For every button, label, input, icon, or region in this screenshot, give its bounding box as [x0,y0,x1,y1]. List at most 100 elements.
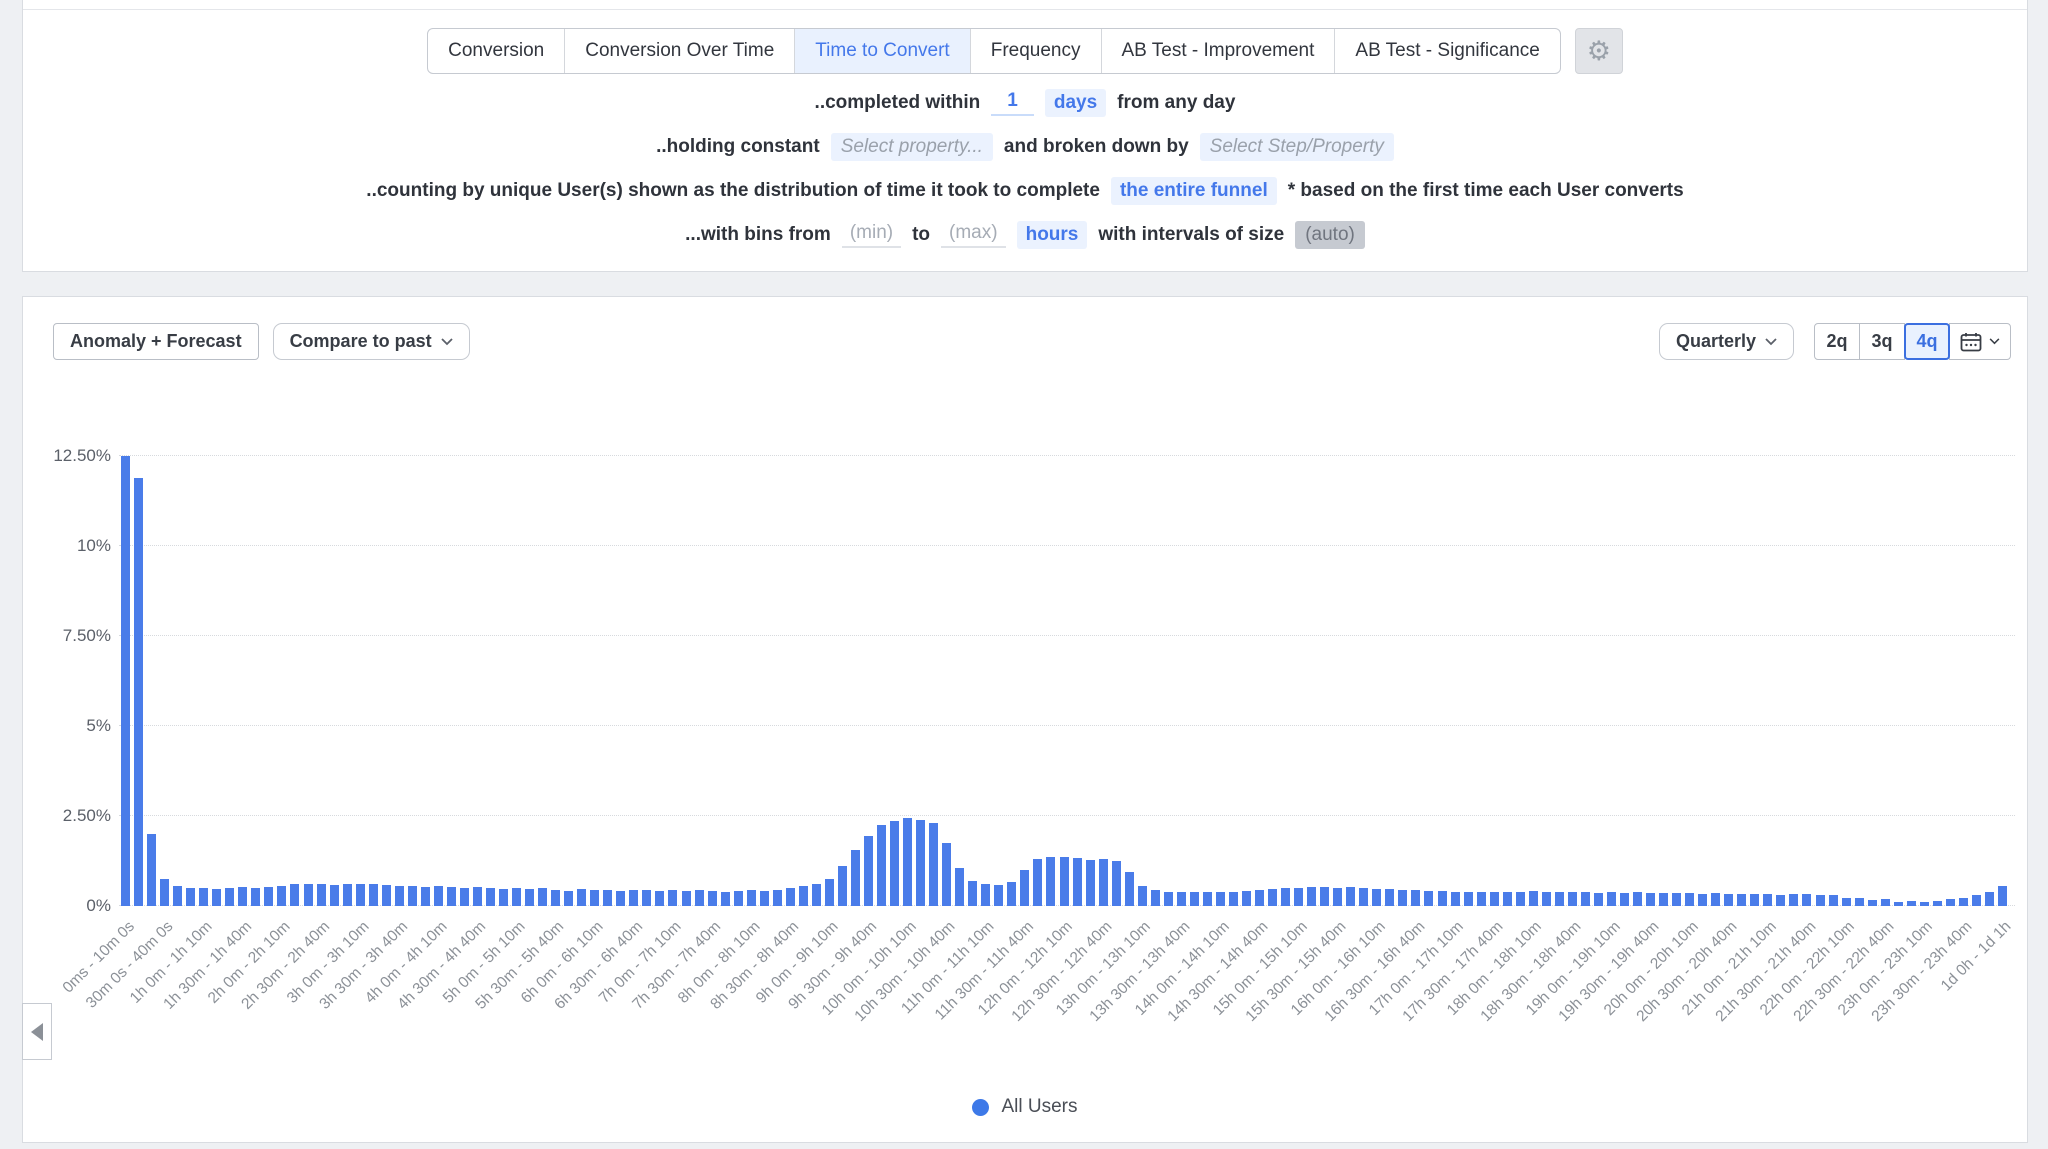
bar-bin-113[interactable] [1594,893,1603,906]
bar-bin-5[interactable] [186,888,195,906]
bar-bin-0[interactable] [121,456,130,906]
bar-bin-92[interactable] [1320,887,1329,906]
bar-bin-46[interactable] [721,892,730,906]
bar-bin-34[interactable] [564,891,573,906]
bar-bin-139[interactable] [1933,901,1942,906]
bar-bin-41[interactable] [655,891,664,906]
bar-bin-115[interactable] [1620,893,1629,906]
bar-bin-40[interactable] [642,890,651,906]
bar-bin-116[interactable] [1633,892,1642,906]
bar-bin-132[interactable] [1842,898,1851,906]
bar-bin-90[interactable] [1294,888,1303,906]
bins-interval-size-select[interactable]: (auto) [1295,221,1365,249]
bar-bin-30[interactable] [512,888,521,906]
range-button-2q[interactable]: 2q [1814,323,1860,360]
bar-bin-99[interactable] [1411,890,1420,906]
bar-bin-31[interactable] [525,889,534,906]
bar-bin-44[interactable] [695,890,704,906]
bar-bin-141[interactable] [1959,898,1968,906]
bar-bin-54[interactable] [825,879,834,906]
bar-bin-131[interactable] [1829,895,1838,906]
bins-unit-select[interactable]: hours [1017,221,1088,249]
bar-bin-108[interactable] [1529,891,1538,906]
bar-bin-135[interactable] [1881,899,1890,906]
bar-bin-105[interactable] [1490,892,1499,906]
bar-bin-57[interactable] [864,836,873,906]
bar-bin-28[interactable] [486,888,495,906]
bar-bin-35[interactable] [577,889,586,906]
bar-bin-72[interactable] [1060,857,1069,906]
bar-bin-48[interactable] [747,890,756,906]
bar-bin-95[interactable] [1359,888,1368,906]
bar-bin-123[interactable] [1724,894,1733,906]
bar-bin-36[interactable] [590,890,599,906]
bar-bin-3[interactable] [160,879,169,906]
bar-bin-29[interactable] [499,889,508,906]
bar-bin-84[interactable] [1216,892,1225,906]
bar-bin-49[interactable] [760,891,769,906]
bar-bin-56[interactable] [851,850,860,906]
bar-bin-138[interactable] [1920,902,1929,906]
bar-bin-71[interactable] [1046,857,1055,906]
bar-bin-102[interactable] [1451,892,1460,906]
bar-bin-70[interactable] [1033,859,1042,906]
bar-bin-26[interactable] [460,888,469,906]
bar-bin-140[interactable] [1946,899,1955,906]
bar-bin-101[interactable] [1438,891,1447,906]
bar-bin-82[interactable] [1190,892,1199,906]
bar-bin-55[interactable] [838,866,847,906]
granularity-dropdown[interactable]: Quarterly [1659,323,1794,360]
bar-bin-22[interactable] [408,886,417,906]
conversion-window-unit-select[interactable]: days [1045,89,1106,117]
bar-bin-128[interactable] [1789,894,1798,906]
bins-max-input[interactable]: (max) [941,222,1006,248]
bar-bin-20[interactable] [382,885,391,906]
bar-bin-87[interactable] [1255,890,1264,906]
bar-bin-60[interactable] [903,818,912,906]
bar-bin-130[interactable] [1816,895,1825,906]
bar-bin-47[interactable] [734,891,743,906]
bar-bin-110[interactable] [1555,892,1564,906]
bar-bin-14[interactable] [304,884,313,906]
custom-date-range-button[interactable] [1949,323,2011,360]
bar-bin-43[interactable] [682,891,691,906]
collapse-sidebar-handle[interactable] [22,1003,52,1060]
bar-bin-4[interactable] [173,886,182,906]
breakdown-step-property-select[interactable]: Select Step/Property [1200,133,1394,161]
bar-bin-134[interactable] [1868,900,1877,906]
bar-bin-129[interactable] [1802,894,1811,906]
bar-bin-6[interactable] [199,888,208,906]
bar-bin-133[interactable] [1855,898,1864,906]
bins-min-input[interactable]: (min) [842,222,901,248]
tab-ab-test-improvement[interactable]: AB Test - Improvement [1101,29,1335,73]
bar-bin-58[interactable] [877,825,886,906]
range-button-3q[interactable]: 3q [1859,323,1905,360]
bar-bin-10[interactable] [251,888,260,906]
bar-bin-127[interactable] [1776,895,1785,906]
bar-bin-83[interactable] [1203,892,1212,906]
bar-bin-59[interactable] [890,821,899,906]
bar-bin-143[interactable] [1985,892,1994,906]
bar-bin-62[interactable] [929,823,938,906]
bar-bin-11[interactable] [264,887,273,906]
bar-bin-85[interactable] [1229,892,1238,906]
bar-bin-114[interactable] [1607,892,1616,906]
bar-bin-74[interactable] [1086,860,1095,906]
bar-bin-25[interactable] [447,887,456,906]
compare-to-past-dropdown[interactable]: Compare to past [273,323,470,360]
bar-bin-65[interactable] [968,881,977,906]
bar-bin-16[interactable] [330,885,339,906]
tab-time-to-convert[interactable]: Time to Convert [794,29,969,73]
bar-bin-100[interactable] [1424,891,1433,906]
bar-bin-52[interactable] [799,886,808,906]
bar-bin-77[interactable] [1125,872,1134,906]
bar-bin-38[interactable] [616,891,625,906]
bar-bin-12[interactable] [277,886,286,906]
holding-constant-property-select[interactable]: Select property... [831,133,993,161]
bar-bin-96[interactable] [1372,889,1381,906]
bar-bin-73[interactable] [1073,858,1082,906]
bar-bin-86[interactable] [1242,891,1251,906]
bar-bin-93[interactable] [1333,888,1342,906]
bar-bin-75[interactable] [1099,859,1108,906]
bar-bin-136[interactable] [1894,902,1903,906]
